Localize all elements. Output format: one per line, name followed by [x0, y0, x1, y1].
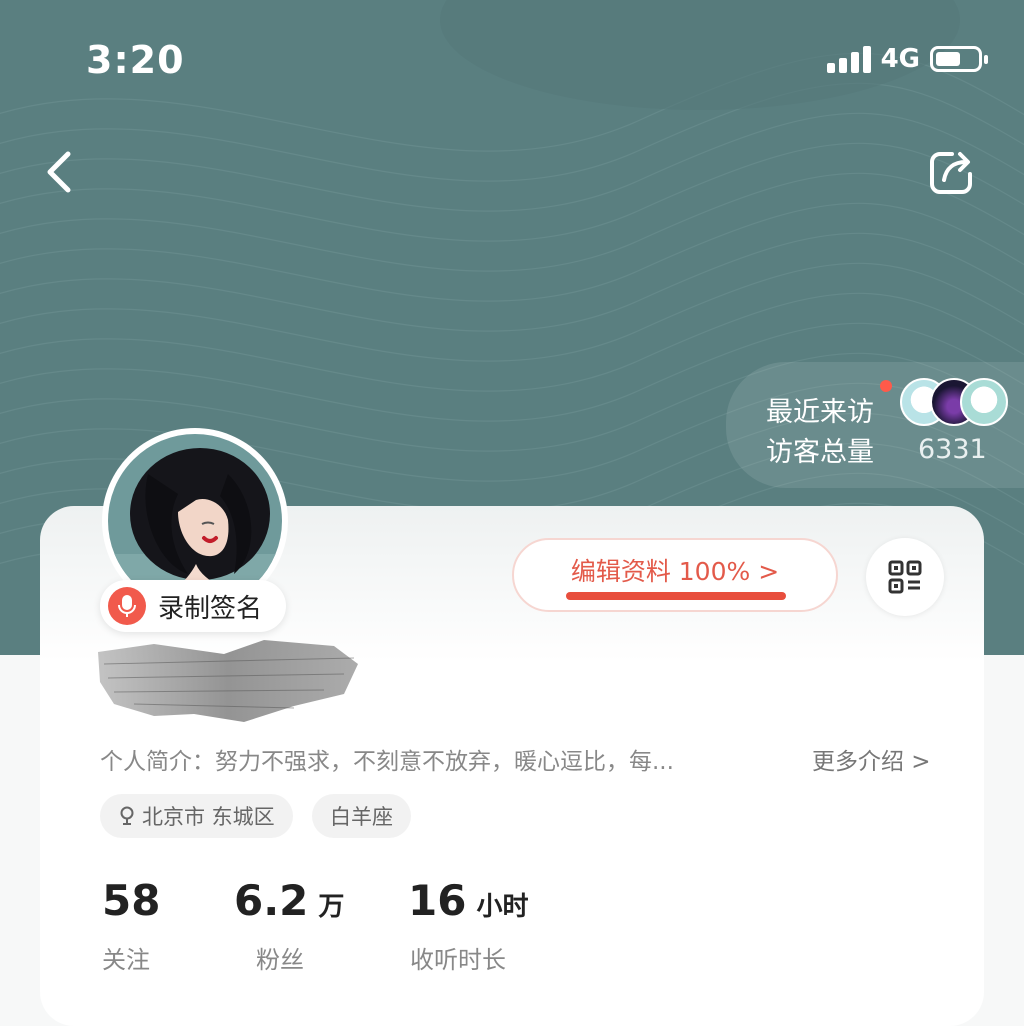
listen-time-label: 收听时长 — [410, 946, 506, 974]
zodiac-text: 白羊座 — [330, 805, 393, 829]
back-button[interactable] — [40, 148, 84, 196]
listen-time-value: 16 — [408, 876, 467, 925]
more-intro-link[interactable]: 更多介绍 > — [812, 742, 931, 776]
fans-stat[interactable]: 6.2 万 — [234, 876, 344, 925]
visitor-count: 6331 — [918, 434, 987, 465]
chevron-left-icon — [47, 151, 71, 193]
total-visitors-label: 访客总量 — [766, 437, 874, 468]
location-tag: 北京市 东城区 — [100, 794, 293, 838]
visitors-panel[interactable]: 最近来访 访客总量 6331 — [726, 362, 1024, 488]
qr-code-icon — [888, 560, 922, 594]
listen-time-unit: 小时 — [476, 892, 529, 922]
new-visitor-dot — [880, 380, 892, 392]
location-text: 北京市 东城区 — [142, 805, 275, 829]
record-signature-button[interactable]: 录制签名 — [100, 580, 287, 632]
status-time: 3:20 — [86, 38, 185, 82]
microphone-icon — [108, 587, 146, 625]
edit-profile-label: 编辑资料 100% > — [570, 557, 780, 586]
status-indicators: 4G — [826, 44, 988, 74]
fans-count: 6.2 — [234, 876, 309, 925]
signal-icon — [826, 45, 871, 73]
location-pin-icon — [120, 806, 134, 825]
network-type: 4G — [880, 44, 920, 74]
following-label: 关注 — [102, 946, 150, 974]
qr-code-button[interactable] — [866, 538, 944, 616]
zodiac-tag: 白羊座 — [312, 794, 411, 838]
listen-time-stat[interactable]: 16 小时 — [408, 876, 528, 925]
fans-label: 粉丝 — [256, 946, 304, 974]
following-count: 58 — [102, 876, 161, 925]
recent-visitors-label: 最近来访 — [766, 397, 874, 428]
record-signature-label: 录制签名 — [158, 593, 263, 624]
battery-icon — [930, 46, 988, 72]
edit-profile-button[interactable]: 编辑资料 100% > — [512, 538, 838, 612]
share-icon — [930, 152, 972, 194]
profile-bio: 个人简介：努力不强求，不刻意不放弃，暖心逗比，每... — [100, 749, 674, 775]
visitor-avatar — [960, 378, 1008, 426]
profile-completion-bar — [566, 592, 786, 600]
fans-unit: 万 — [318, 892, 345, 922]
redacted-username — [94, 634, 364, 726]
share-button[interactable] — [926, 148, 976, 196]
following-stat[interactable]: 58 — [102, 876, 160, 925]
